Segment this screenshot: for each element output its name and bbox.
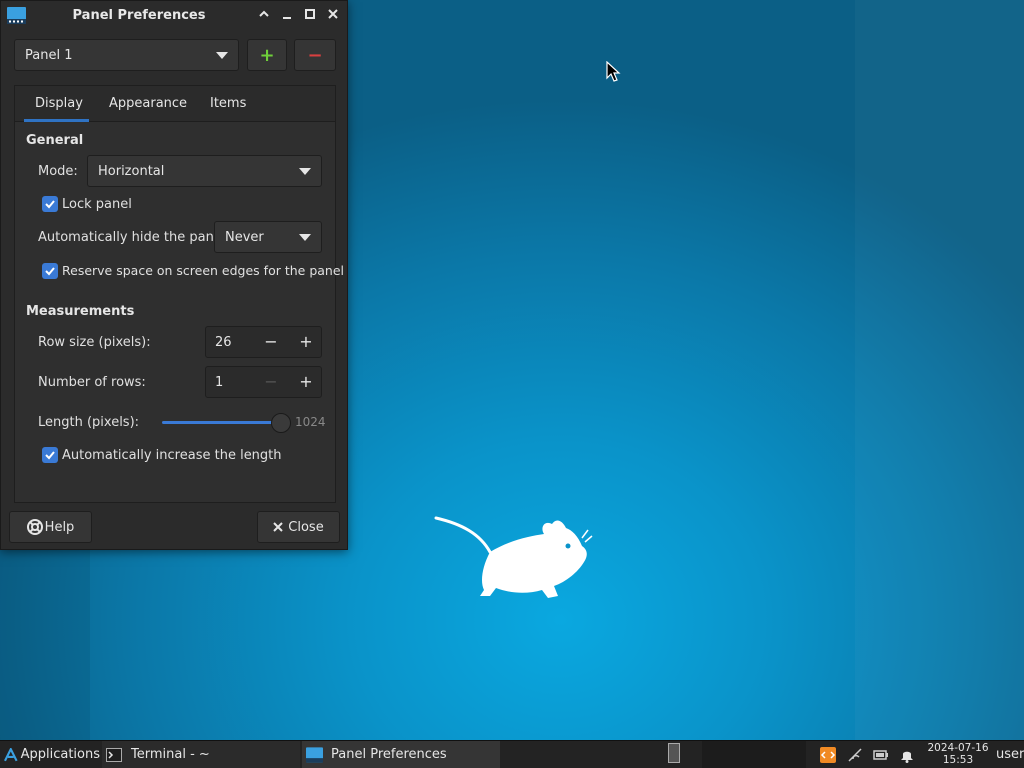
maximize-icon (305, 9, 315, 19)
autohide-label: Automatically hide the panel: (38, 230, 230, 245)
applications-label: Applications (20, 747, 100, 762)
clock[interactable]: 2024-07-16 15:53 (925, 742, 991, 766)
panel-select-value: Panel 1 (25, 47, 73, 63)
row-size-spinner[interactable]: 26 − + (205, 326, 322, 358)
rows-spinner[interactable]: 1 − + (205, 366, 322, 398)
tab-bar: Display Appearance Items (15, 86, 335, 122)
length-value: 1024 (295, 415, 326, 429)
row-size-increment-button[interactable]: + (294, 331, 318, 353)
maximize-button[interactable] (302, 8, 318, 24)
window-title: Panel Preferences (72, 8, 206, 23)
minimize-icon (283, 17, 291, 19)
active-tab-indicator (24, 119, 89, 122)
row-size-value[interactable]: 26 (215, 335, 232, 350)
mouse-pointer-icon (606, 61, 621, 82)
code-icon[interactable] (820, 747, 836, 763)
lock-panel-checkbox[interactable] (42, 196, 58, 212)
auto-increase-checkbox[interactable] (42, 447, 58, 463)
help-label: Help (44, 519, 75, 535)
terminal-icon (106, 747, 122, 762)
user-label: user (996, 747, 1024, 762)
minimize-button[interactable] (279, 8, 295, 24)
plus-icon: + (259, 44, 275, 66)
general-heading: General (26, 133, 84, 148)
minus-icon: − (307, 44, 323, 66)
user-menu[interactable]: user (996, 741, 1024, 768)
workspace-switcher[interactable] (668, 743, 680, 763)
mode-select[interactable]: Horizontal (87, 155, 322, 187)
taskbar-panel-preferences[interactable]: Panel Preferences (302, 741, 500, 768)
autohide-select-value: Never (225, 229, 264, 245)
mode-select-value: Horizontal (98, 163, 165, 179)
dropdown-arrow-icon (216, 52, 228, 59)
chevron-up-icon (259, 10, 269, 17)
panel-select[interactable]: Panel 1 (14, 39, 239, 71)
applications-menu-button[interactable]: Applications (4, 741, 100, 768)
rows-label: Number of rows: (38, 375, 146, 390)
row-size-label: Row size (pixels): (38, 335, 151, 350)
dropdown-arrow-icon (299, 234, 311, 241)
add-panel-button[interactable]: + (247, 39, 287, 71)
length-label: Length (pixels): (38, 415, 140, 430)
xfce-mouse-logo (434, 516, 593, 598)
remove-panel-button[interactable]: − (294, 39, 336, 71)
clock-date: 2024-07-16 (927, 742, 989, 754)
rows-increment-button[interactable]: + (294, 371, 318, 393)
length-slider-handle[interactable] (271, 413, 291, 433)
reserve-space-checkbox[interactable] (42, 263, 58, 279)
close-icon (328, 9, 338, 19)
rows-value[interactable]: 1 (215, 375, 223, 390)
help-button[interactable]: Help (9, 511, 92, 543)
panel-preferences-window: Panel Preferences Panel 1 + − Display Ap… (0, 0, 348, 550)
desktop-shade-right (855, 0, 1024, 740)
tab-appearance[interactable]: Appearance (109, 96, 187, 111)
shade-button[interactable] (256, 8, 272, 24)
terminal-label: Terminal - ~ (131, 747, 210, 762)
checkmark-icon (45, 451, 55, 460)
taskbar: Applications Terminal - ~ Panel Preferen… (0, 740, 1024, 768)
tab-display[interactable]: Display (35, 96, 83, 111)
dropdown-arrow-icon (299, 168, 311, 175)
titlebar[interactable]: Panel Preferences (1, 1, 347, 31)
panel-preferences-label: Panel Preferences (331, 747, 447, 762)
checkmark-icon (45, 267, 55, 276)
measurements-heading: Measurements (26, 304, 135, 319)
help-lifebuoy-icon (26, 519, 43, 535)
taskbar-terminal[interactable]: Terminal - ~ (102, 741, 300, 768)
autohide-select[interactable]: Never (214, 221, 322, 253)
network-disconnected-icon[interactable] (847, 747, 863, 763)
workspace-area (702, 741, 806, 768)
reserve-space-label: Reserve space on screen edges for the pa… (62, 263, 344, 278)
length-slider-track[interactable] (162, 421, 282, 424)
row-size-decrement-button[interactable]: − (259, 331, 283, 353)
checkmark-icon (45, 200, 55, 209)
clock-time: 15:53 (942, 754, 974, 766)
close-label: Close (288, 519, 324, 535)
xfce-logo-icon (4, 747, 18, 761)
close-window-button[interactable] (325, 8, 341, 24)
auto-increase-label: Automatically increase the length (62, 448, 282, 463)
tab-items[interactable]: Items (210, 96, 246, 111)
close-icon (273, 522, 283, 532)
notification-bell-icon[interactable] (899, 747, 915, 763)
close-button[interactable]: Close (257, 511, 340, 543)
lock-panel-label: Lock panel (62, 197, 132, 212)
mode-label: Mode: (38, 164, 78, 179)
rows-decrement-button[interactable]: − (259, 371, 283, 393)
panel-app-icon (306, 746, 323, 763)
battery-icon[interactable] (873, 747, 889, 763)
